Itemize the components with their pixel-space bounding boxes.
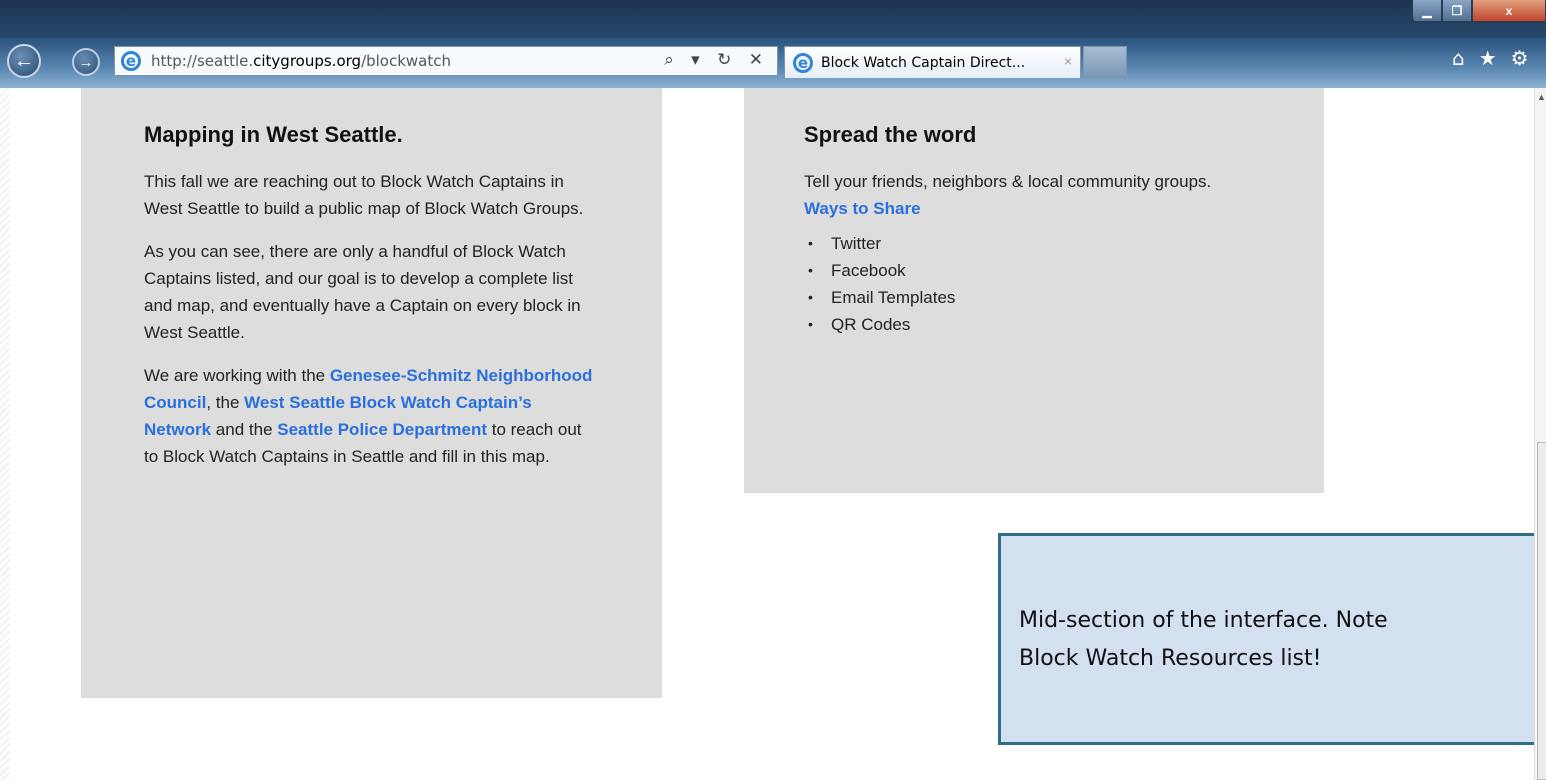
back-button[interactable]: ← <box>7 44 41 78</box>
mapping-para-2: As you can see, there are only a handful… <box>144 242 581 342</box>
url-host: citygroups.org <box>253 52 362 70</box>
share-item-facebook[interactable]: Facebook <box>804 257 1264 284</box>
browser-chrome: ▁ ❐ x ← → e http://seattle.citygroups.or… <box>0 0 1546 88</box>
url-path: /blockwatch <box>361 52 452 70</box>
spread-para: Tell your friends, neighbors & local com… <box>804 172 1212 191</box>
mapping-para-3: We are working with the Genesee-Schmitz … <box>144 362 600 470</box>
share-item-email-templates[interactable]: Email Templates <box>804 284 1264 311</box>
address-tools[interactable]: ⌕ ▾ ↻ ✕ <box>664 50 769 70</box>
title-bar <box>0 0 1546 38</box>
tab-block-watch[interactable]: e Block Watch Captain Direct... × <box>784 46 1081 78</box>
minimize-button[interactable]: ▁ <box>1412 0 1442 22</box>
annotation-callout: Mid-section of the interface. Note Block… <box>998 533 1546 745</box>
address-bar[interactable]: e http://seattle.citygroups.org/blockwat… <box>114 46 778 76</box>
scroll-thumb[interactable] <box>1537 442 1546 780</box>
spread-heading: Spread the word <box>804 122 977 147</box>
mapping-heading: Mapping in West Seattle. <box>144 122 403 147</box>
mapping-card: Mapping in West Seattle. This fall we ar… <box>81 88 662 698</box>
vertical-scrollbar[interactable]: ▲ <box>1534 88 1546 780</box>
close-window-button[interactable]: x <box>1472 0 1546 22</box>
share-list: Twitter Facebook Email Templates QR Code… <box>804 230 1264 338</box>
tab-ie-logo-icon: e <box>793 52 813 73</box>
page-left-edge <box>0 88 10 780</box>
arrow-left-icon: ← <box>14 49 34 72</box>
para3-mid1: , the <box>206 393 245 412</box>
share-item-qr-codes[interactable]: QR Codes <box>804 311 1264 338</box>
callout-text: Mid-section of the interface. Note Block… <box>1019 608 1388 671</box>
home-icon[interactable]: ⌂ <box>1452 46 1465 70</box>
gear-icon[interactable]: ⚙ <box>1511 46 1529 70</box>
para3-prefix: We are working with the <box>144 366 330 385</box>
arrow-right-icon: → <box>78 53 94 71</box>
url-protocol: http://seattle. <box>151 52 254 70</box>
ways-to-share-link[interactable]: Ways to Share <box>804 195 1264 222</box>
new-tab-button[interactable] <box>1083 46 1127 78</box>
browser-tools: ⌂ ★ ⚙ <box>1452 46 1529 70</box>
forward-button[interactable]: → <box>72 48 100 76</box>
tab-title: Block Watch Captain Direct... <box>821 54 1026 71</box>
seattle-police-link[interactable]: Seattle Police Department <box>277 420 487 439</box>
address-url[interactable]: http://seattle.citygroups.org/blockwatch <box>151 52 451 70</box>
share-item-twitter[interactable]: Twitter <box>804 230 1264 257</box>
maximize-button[interactable]: ❐ <box>1442 0 1472 22</box>
ie-logo-icon: e <box>121 51 141 71</box>
star-icon[interactable]: ★ <box>1479 46 1497 70</box>
para3-mid2: and the <box>211 420 278 439</box>
tab-close-icon[interactable]: × <box>1064 53 1072 69</box>
mapping-para-1: This fall we are reaching out to Block W… <box>144 172 584 218</box>
spread-word-card: Spread the word Tell your friends, neigh… <box>744 88 1324 493</box>
scroll-up-icon[interactable]: ▲ <box>1537 92 1546 102</box>
